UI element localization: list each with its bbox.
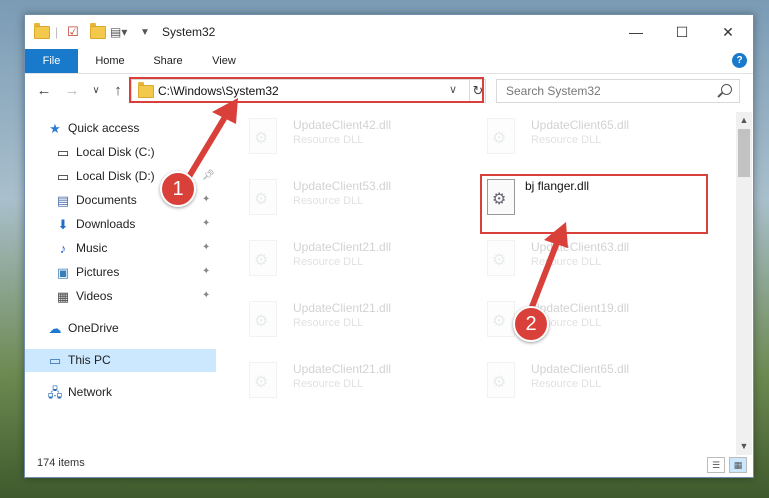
forward-arrow-icon[interactable]: →	[61, 81, 83, 101]
dll-file-icon	[487, 240, 515, 276]
address-bar-highlight	[129, 77, 484, 103]
dll-file-icon	[249, 240, 277, 276]
music-icon: ♪	[59, 240, 67, 256]
file-highlight	[480, 174, 708, 234]
tab-share[interactable]: Share	[145, 49, 191, 73]
network-icon: 🖧︎	[47, 384, 63, 400]
help-icon[interactable]: ?	[732, 53, 747, 68]
drive-icon: ▭	[56, 168, 70, 184]
properties-icon[interactable]: ☑	[67, 24, 79, 40]
sidebar-item-videos[interactable]: ▦ Videos	[55, 285, 113, 307]
list-item[interactable]: UpdateClient21.dll Resource DLL	[219, 358, 449, 406]
pin-icon[interactable]: ✦	[202, 266, 210, 277]
dll-file-icon	[487, 362, 515, 398]
pin-icon[interactable]: 📌︎	[202, 170, 215, 181]
star-icon: ★	[49, 120, 61, 136]
sidebar-item-quick-access[interactable]: ★ Quick access	[47, 117, 139, 139]
search-placeholder: Search System32	[506, 84, 601, 98]
quick-access-dropdown-icon[interactable]: ▼	[140, 24, 150, 40]
cloud-icon: ☁	[48, 320, 62, 336]
list-item[interactable]: UpdateClient53.dll Resource DLL	[219, 175, 449, 223]
list-item[interactable]: UpdateClient65.dll Resource DLL	[457, 114, 687, 162]
maximize-button[interactable]: ☐	[659, 15, 705, 49]
search-input[interactable]: Search System32	[496, 79, 740, 103]
sidebar-item-local-disk-d[interactable]: ▭ Local Disk (D:)	[55, 165, 155, 187]
step-2-marker: 2	[513, 306, 549, 342]
ribbon-tabs: File Home Share View ?	[25, 49, 753, 74]
pin-icon[interactable]: ✦	[202, 290, 210, 301]
navigation-pane: ★ Quick access ▭ Local Disk (C:) ▭ Local Di…	[25, 112, 217, 452]
dll-file-icon	[487, 118, 515, 154]
sidebar-item-network[interactable]: 🖧︎ Network	[47, 381, 112, 403]
details-view-icon[interactable]: ☰	[707, 457, 725, 473]
scroll-up-icon[interactable]: ▲	[736, 112, 752, 128]
search-icon	[721, 84, 732, 95]
dll-file-icon	[249, 179, 277, 215]
downloads-icon: ⬇	[57, 216, 69, 232]
list-item[interactable]: UpdateClient65.dll Resource DLL	[457, 358, 687, 406]
dll-file-icon	[249, 362, 277, 398]
status-bar: 174 items ☰ ▦	[25, 455, 753, 477]
drive-icon: ▭	[56, 144, 70, 160]
large-icons-view-icon[interactable]: ▦	[729, 457, 747, 473]
tab-file[interactable]: File	[25, 49, 78, 73]
back-arrow-icon[interactable]: ←	[33, 81, 55, 101]
file-list: UpdateClient42.dll Resource DLL UpdateCl…	[219, 112, 735, 452]
recent-locations-chevron-icon[interactable]: ∨	[85, 81, 107, 101]
new-folder-icon[interactable]	[90, 22, 106, 40]
tab-view[interactable]: View	[201, 49, 247, 73]
sidebar-item-onedrive[interactable]: ☁ OneDrive	[47, 317, 119, 339]
videos-icon: ▦	[56, 288, 70, 304]
pictures-icon: ▣	[56, 264, 70, 280]
vertical-scrollbar[interactable]: ▲ ▼	[736, 112, 752, 455]
pin-icon[interactable]: ✦	[202, 194, 210, 205]
sidebar-item-music[interactable]: ♪ Music	[55, 237, 108, 259]
list-item[interactable]: UpdateClient19.dll Resource DLL	[457, 297, 687, 345]
sidebar-item-local-disk-c[interactable]: ▭ Local Disk (C:)	[55, 141, 155, 163]
title-bar: | ☑ ▤▾ ▼ System32 — ☐ ✕	[25, 15, 753, 49]
pin-icon[interactable]: ✦	[202, 242, 210, 253]
list-item[interactable]: UpdateClient21.dll Resource DLL	[219, 236, 449, 284]
sidebar-item-documents[interactable]: ▤ Documents	[55, 189, 137, 211]
customize-toolbar-icon[interactable]: ▤▾	[110, 24, 127, 40]
scrollbar-thumb[interactable]	[738, 129, 750, 177]
tab-home[interactable]: Home	[87, 49, 133, 73]
separator: |	[55, 25, 59, 39]
item-count: 174 items	[37, 457, 85, 469]
up-arrow-icon[interactable]: ↑	[107, 81, 129, 101]
close-button[interactable]: ✕	[705, 15, 751, 49]
sidebar-item-downloads[interactable]: ⬇ Downloads	[55, 213, 136, 235]
list-item[interactable]: UpdateClient63.dll Resource DLL	[457, 236, 687, 284]
dll-file-icon	[487, 301, 515, 337]
scroll-down-icon[interactable]: ▼	[736, 438, 752, 454]
documents-icon: ▤	[56, 192, 70, 208]
window-title: System32	[162, 25, 216, 39]
sidebar-item-this-pc[interactable]: ▭ This PC	[47, 349, 111, 371]
dll-file-icon	[249, 118, 277, 154]
computer-icon: ▭	[48, 352, 62, 368]
folder-icon	[34, 22, 50, 40]
list-item[interactable]: UpdateClient21.dll Resource DLL	[219, 297, 449, 345]
step-1-marker: 1	[160, 171, 196, 207]
dll-file-icon	[249, 301, 277, 337]
sidebar-item-pictures[interactable]: ▣ Pictures	[55, 261, 120, 283]
minimize-button[interactable]: —	[613, 15, 659, 49]
list-item[interactable]: UpdateClient42.dll Resource DLL	[219, 114, 449, 162]
pin-icon[interactable]: ✦	[202, 218, 210, 229]
